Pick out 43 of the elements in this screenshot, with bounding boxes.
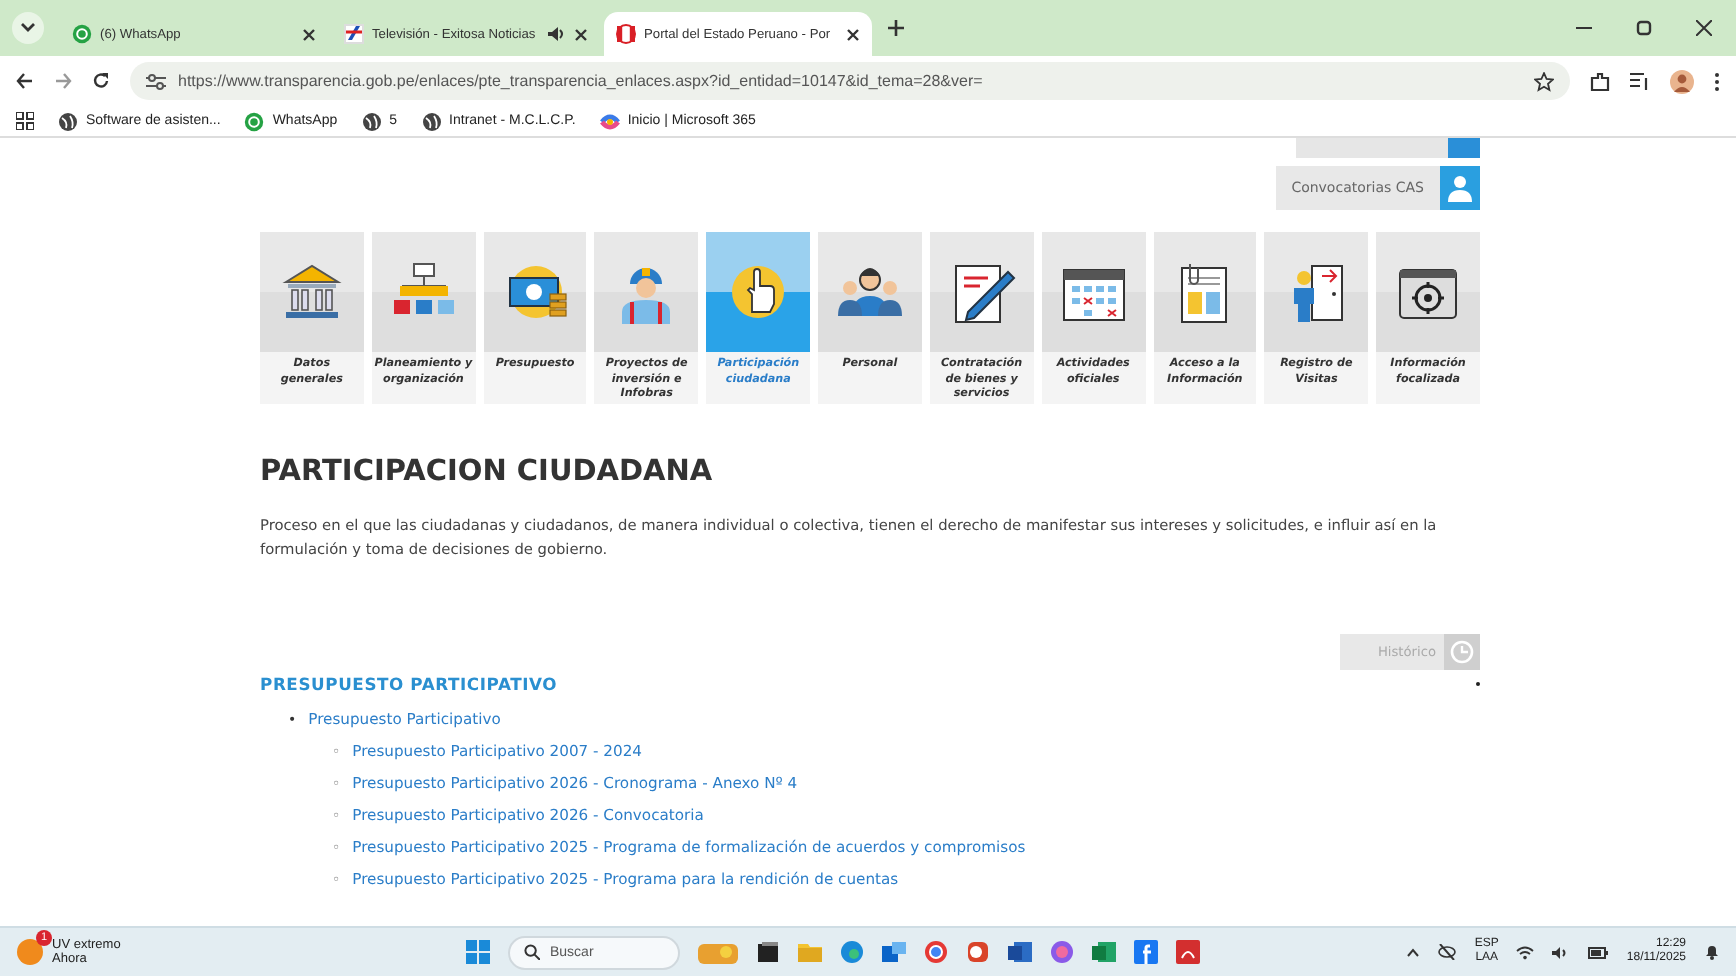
new-tab-icon[interactable] — [888, 20, 904, 36]
page-title: PARTICIPACION CIUDADANA — [260, 456, 715, 488]
avatar-icon[interactable] — [1670, 69, 1694, 93]
tv-logo-icon — [344, 24, 364, 44]
globe-icon — [58, 111, 78, 131]
address-bar[interactable]: https://www.transparencia.gob.pe/enlaces/pte_transparencia_enlaces.aspx?id_entidad=10147&id_tema=28&ver= — [130, 62, 1570, 100]
tab-list-button[interactable] — [12, 12, 44, 44]
wifi-icon[interactable] — [1516, 945, 1535, 959]
star-icon[interactable] — [1534, 71, 1554, 91]
reading-list-icon[interactable] — [1630, 72, 1650, 90]
section-heading: PRESUPUESTO PARTICIPATIVO — [260, 674, 558, 694]
eye-slash-icon[interactable] — [1438, 944, 1457, 960]
chevron-down-icon — [20, 22, 36, 34]
bank-icon — [277, 260, 346, 324]
close-icon[interactable] — [1696, 20, 1712, 36]
more-icon[interactable] — [1714, 71, 1720, 91]
apps-grid-icon[interactable] — [16, 112, 34, 130]
side-button[interactable] — [1296, 138, 1480, 158]
flag-icon — [616, 24, 636, 44]
forward-icon[interactable] — [54, 72, 72, 90]
globe-icon — [421, 111, 442, 131]
person-icon — [1446, 174, 1474, 202]
chevron-up-icon[interactable] — [1406, 947, 1421, 957]
speaker-icon[interactable] — [548, 26, 566, 42]
reload-icon[interactable] — [92, 72, 110, 90]
windows-icon[interactable] — [466, 940, 490, 964]
sun-icon — [16, 938, 44, 966]
app-icon[interactable] — [756, 940, 780, 964]
dot-mark — [1476, 682, 1480, 686]
back-icon[interactable] — [16, 72, 34, 90]
close-icon[interactable] — [846, 27, 860, 41]
bell-icon[interactable] — [1704, 944, 1720, 960]
app-icon[interactable] — [1008, 940, 1032, 964]
search-icon — [524, 944, 540, 960]
clock-icon — [1450, 640, 1474, 664]
ribbon-logo-icon — [599, 111, 620, 131]
restore-icon[interactable] — [1636, 20, 1652, 36]
volume-icon[interactable] — [1552, 945, 1571, 959]
close-icon[interactable] — [574, 27, 588, 41]
globe-icon — [361, 111, 382, 131]
battery-icon[interactable] — [1588, 945, 1609, 959]
close-icon[interactable] — [302, 27, 316, 41]
site-settings-icon — [146, 73, 166, 89]
